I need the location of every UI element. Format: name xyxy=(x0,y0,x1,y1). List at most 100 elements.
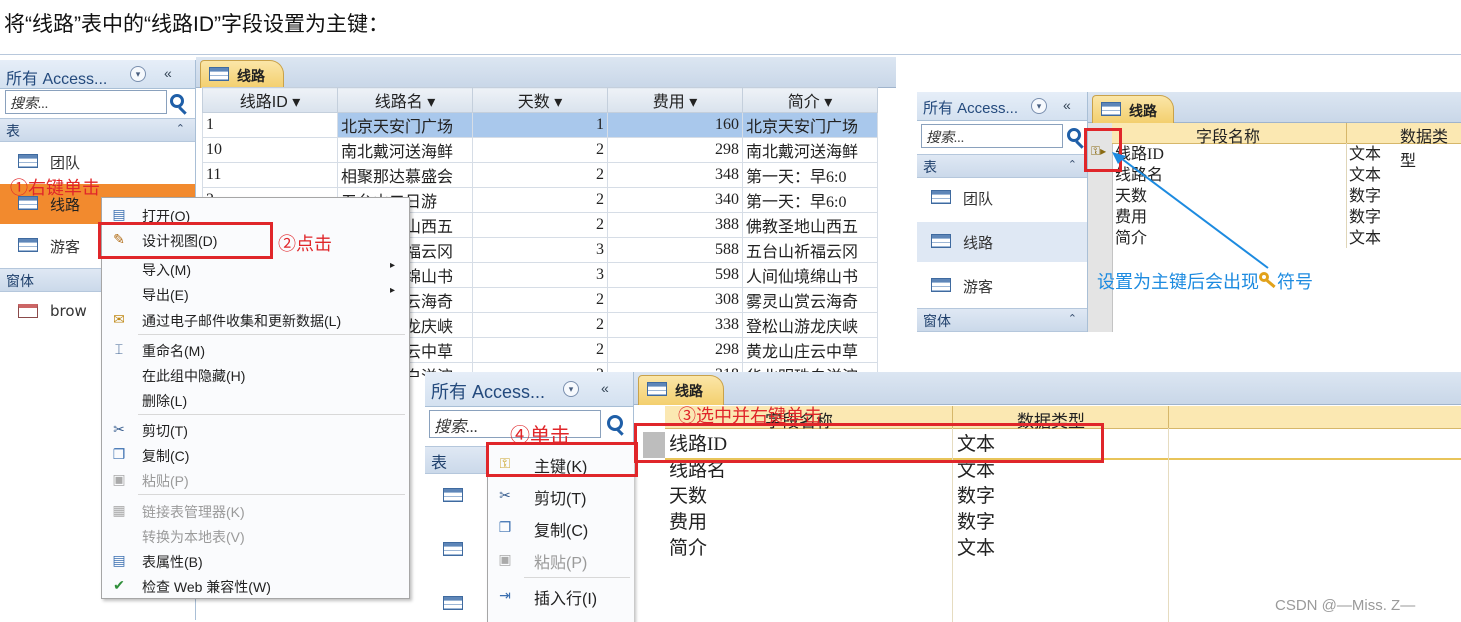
cell[interactable]: 2 xyxy=(472,137,608,163)
field-type[interactable]: 文本 xyxy=(1349,165,1381,186)
menu-item-import[interactable]: 导入(M) ▸ xyxy=(102,256,409,281)
column-divider xyxy=(1346,123,1347,143)
cell[interactable]: 第一天：早6:0 xyxy=(742,187,878,213)
table-row[interactable]: 11 相聚那达慕盛会 2 348 第一天：早6:0 xyxy=(202,162,878,188)
nav-item-tuandui[interactable]: 团队 xyxy=(917,178,1087,218)
menu-item-hide-in-group[interactable]: 在此组中隐藏(H) xyxy=(102,362,409,387)
menu-item-rename[interactable]: ⌶ 重命名(M) xyxy=(102,337,409,362)
field-type[interactable]: 文本 xyxy=(957,536,995,562)
cell[interactable]: 五台山祈福云冈 xyxy=(742,237,878,263)
menu-item-copy[interactable]: ❐ 复制(C) xyxy=(102,442,409,467)
column-header[interactable]: 线路名 ▾ xyxy=(337,87,473,113)
field-type[interactable]: 数字 xyxy=(957,510,995,536)
cell[interactable]: 348 xyxy=(607,162,743,188)
cell[interactable]: 佛教圣地山西五 xyxy=(742,212,878,238)
cell[interactable]: 北京天安门广场 xyxy=(742,112,878,138)
nav-search-input[interactable]: 搜索... xyxy=(921,124,1063,148)
field-type[interactable]: 文本 xyxy=(1349,144,1381,165)
menu-item-label: 链接表管理器(K) xyxy=(142,504,245,520)
search-icon[interactable] xyxy=(607,415,623,431)
cell[interactable]: 340 xyxy=(607,187,743,213)
cell[interactable]: 298 xyxy=(607,337,743,363)
table-row[interactable]: 1 北京天安门广场 1 160 北京天安门广场 xyxy=(202,112,878,138)
cell[interactable]: 黄龙山庄云中草 xyxy=(742,337,878,363)
nav-dropdown-icon[interactable]: ▾ xyxy=(563,381,579,397)
tab-xianlu[interactable]: 线路 xyxy=(1092,95,1174,123)
field-name[interactable]: 天数 xyxy=(669,484,727,510)
tab-xianlu[interactable]: 线路 xyxy=(638,375,724,405)
menu-item-web-compat[interactable]: ✔ 检查 Web 兼容性(W) xyxy=(102,573,409,598)
menu-item-paste[interactable]: ▣ 粘贴(P) xyxy=(488,545,634,573)
menu-item-convert-local[interactable]: 转换为本地表(V) xyxy=(102,523,409,548)
cell[interactable]: 598 xyxy=(607,262,743,288)
cell[interactable]: 人间仙境绵山书 xyxy=(742,262,878,288)
cell[interactable]: 第一天：早6:0 xyxy=(742,162,878,188)
cell[interactable]: 11 xyxy=(202,162,338,188)
column-header[interactable]: 天数 ▾ xyxy=(472,87,608,113)
cell[interactable]: 3 xyxy=(472,237,608,263)
nav-item-youke[interactable]: 游客 xyxy=(917,266,1087,306)
tab-xianlu[interactable]: 线路 xyxy=(200,60,284,88)
cell[interactable]: 160 xyxy=(607,112,743,138)
cell[interactable]: 2 xyxy=(472,162,608,188)
cell[interactable]: 登松山游龙庆峡 xyxy=(742,312,878,338)
chevron-up-icon: ⌃ xyxy=(175,122,185,135)
field-type[interactable]: 数字 xyxy=(957,484,995,510)
cell[interactable]: 298 xyxy=(607,137,743,163)
nav-dropdown-icon[interactable]: ▾ xyxy=(1031,98,1047,114)
cell[interactable]: 2 xyxy=(472,312,608,338)
nav-item-xianlu[interactable]: 线路 xyxy=(917,222,1087,262)
nav-pane-header[interactable]: 所有 Access... ▾ « xyxy=(917,92,1087,121)
cell[interactable]: 388 xyxy=(607,212,743,238)
column-header[interactable]: 费用 ▾ xyxy=(607,87,743,113)
menu-item-export[interactable]: 导出(E) ▸ xyxy=(102,281,409,306)
cell[interactable]: 588 xyxy=(607,237,743,263)
cell[interactable]: 338 xyxy=(607,312,743,338)
cell[interactable]: 10 xyxy=(202,137,338,163)
cell[interactable]: 308 xyxy=(607,287,743,313)
group-tables[interactable]: 表 ⌃ xyxy=(0,118,195,142)
nav-item-label: brow xyxy=(50,302,87,320)
cell[interactable]: 南北戴河送海鲜 xyxy=(337,137,473,163)
field-name[interactable]: 费用 xyxy=(669,510,727,536)
cell[interactable]: 北京天安门广场 xyxy=(337,112,473,138)
menu-item-collect-email[interactable]: ✉ 通过电子邮件收集和更新数据(L) xyxy=(102,307,409,332)
group-tables[interactable]: 表 ⌃ xyxy=(917,154,1087,178)
menu-item-table-properties[interactable]: ▤ 表属性(B) xyxy=(102,548,409,573)
field-type[interactable]: 文本 xyxy=(1349,228,1381,249)
field-name[interactable]: 简介 xyxy=(669,536,727,562)
chevron-up-icon: ⌃ xyxy=(1067,312,1077,325)
field-type[interactable]: 数字 xyxy=(1349,186,1381,207)
nav-search-input[interactable]: 搜索... xyxy=(5,90,167,114)
cell[interactable]: 2 xyxy=(472,187,608,213)
nav-pane-header[interactable]: 所有 Access... ▾ « xyxy=(425,372,633,407)
menu-item-paste[interactable]: ▣ 粘贴(P) xyxy=(102,467,409,492)
cell[interactable]: 2 xyxy=(472,337,608,363)
nav-pane-header[interactable]: 所有 Access... ▾ « xyxy=(0,60,195,89)
cell[interactable]: 2 xyxy=(472,287,608,313)
cell[interactable]: 雾灵山赏云海奇 xyxy=(742,287,878,313)
nav-dropdown-icon[interactable]: ▾ xyxy=(130,66,146,82)
menu-item-linked-table-manager[interactable]: ▦ 链接表管理器(K) xyxy=(102,498,409,523)
collapse-pane-icon[interactable]: « xyxy=(1063,97,1071,113)
cell[interactable]: 1 xyxy=(202,112,338,138)
group-forms[interactable]: 窗体 ⌃ xyxy=(917,308,1087,332)
cell[interactable]: 相聚那达慕盛会 xyxy=(337,162,473,188)
collapse-pane-icon[interactable]: « xyxy=(164,65,172,81)
column-header[interactable]: 线路ID ▾ xyxy=(202,87,338,113)
cell[interactable]: 2 xyxy=(472,212,608,238)
search-icon[interactable] xyxy=(1067,128,1081,142)
menu-item-cut[interactable]: ✂ 剪切(T) xyxy=(488,481,634,509)
column-header[interactable]: 简介 ▾ xyxy=(742,87,878,113)
cell[interactable]: 3 xyxy=(472,262,608,288)
menu-item-copy[interactable]: ❐ 复制(C) xyxy=(488,513,634,541)
cell[interactable]: 1 xyxy=(472,112,608,138)
table-row[interactable]: 10 南北戴河送海鲜 2 298 南北戴河送海鲜 xyxy=(202,137,878,163)
menu-item-delete[interactable]: 删除(L) xyxy=(102,387,409,412)
menu-item-insert-row[interactable]: ⇥ 插入行(I) xyxy=(488,581,634,609)
field-type[interactable]: 数字 xyxy=(1349,207,1381,228)
search-icon[interactable] xyxy=(170,94,184,108)
menu-item-cut[interactable]: ✂ 剪切(T) xyxy=(102,417,409,442)
cell[interactable]: 南北戴河送海鲜 xyxy=(742,137,878,163)
collapse-pane-icon[interactable]: « xyxy=(601,380,609,396)
